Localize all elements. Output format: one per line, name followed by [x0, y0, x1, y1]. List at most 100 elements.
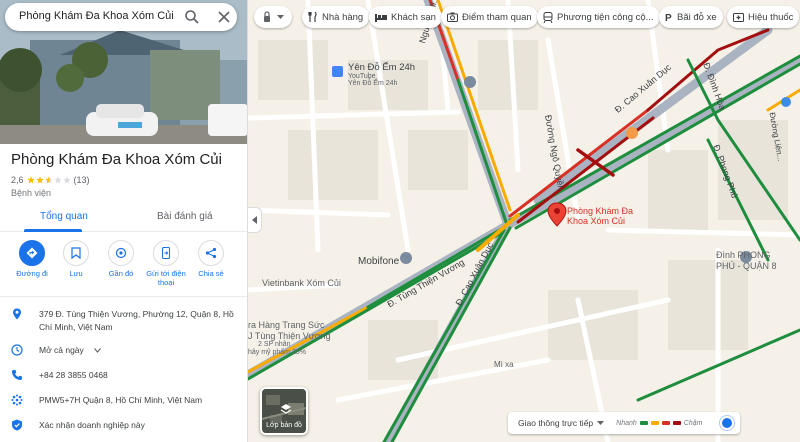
pin-label-line: Phòng Khám Đa — [567, 206, 634, 216]
chip-transit[interactable]: Phương tiện công cộ... — [537, 6, 660, 28]
pin-label-line: Khoa Xóm Củi — [567, 216, 626, 226]
share-circle — [198, 240, 224, 266]
address-text: 379 Đ. Tùng Thiện Vương, Phường 12, Quận… — [39, 309, 234, 332]
pharmacy-icon — [733, 13, 744, 22]
directions-button[interactable]: Đường đi — [10, 240, 54, 278]
transit-icon — [543, 11, 553, 23]
place-pin-label[interactable]: Phòng Khám Đa Khoa Xóm Củi — [567, 206, 633, 226]
search-input[interactable]: Phòng Khám Đa Khoa Xóm Củi — [19, 10, 174, 22]
nearby-button[interactable]: Gần đó — [99, 240, 143, 278]
parking-icon: P — [665, 13, 672, 22]
map-label: Mobifone — [358, 256, 400, 267]
phone-text: +84 28 3855 0468 — [39, 370, 108, 380]
section-divider — [0, 296, 247, 297]
legend-darkred — [672, 421, 681, 425]
save-button[interactable]: Lưu — [54, 240, 98, 278]
directions-icon — [26, 247, 38, 259]
chip-hotel[interactable]: Khách sạn — [369, 6, 442, 28]
rating-value: 2,6 — [11, 175, 24, 185]
directions-circle — [19, 240, 45, 266]
address-row[interactable]: 379 Đ. Tùng Thiện Vương, Phường 12, Quận… — [0, 308, 247, 334]
map-canvas[interactable]: Yên Đỗ Ếm 24h YouTube Yên Đỗ Ếm 24h Mobi… — [248, 0, 800, 442]
nearby-circle — [108, 240, 134, 266]
bookmark-icon — [71, 247, 81, 259]
hours-text: Mở cả ngày — [39, 345, 84, 355]
nearby-icon — [115, 247, 127, 259]
claim-business-row[interactable]: Xác nhận doanh nghiệp này — [0, 419, 247, 432]
send-to-phone-circle — [153, 240, 179, 266]
map-label: PHÚ - QUẬN 8 — [716, 261, 777, 271]
chip-parking[interactable]: P Bãi đỗ xe — [659, 6, 723, 28]
map-label: 2 SP nhân — [258, 341, 291, 348]
star-icon — [44, 176, 53, 184]
place-tabs: Tổng quan Bài đánh giá — [0, 204, 247, 232]
map-label: Vietinbank Xóm Củi — [262, 278, 341, 288]
map-label: Mì xa — [494, 360, 514, 369]
review-count[interactable]: (13) — [74, 175, 90, 185]
star-icon — [53, 176, 62, 184]
place-title: Phòng Khám Đa Khoa Xóm Củi — [11, 151, 222, 168]
camera-icon — [447, 12, 458, 22]
chip-pharmacy[interactable]: Hiệu thuốc — [727, 6, 800, 28]
location-pin-icon — [13, 308, 21, 320]
share-button[interactable]: Chia sẻ — [189, 240, 233, 278]
hotel-icon — [375, 14, 387, 22]
search-icon[interactable] — [184, 9, 200, 25]
place-category[interactable]: Bệnh viện — [11, 188, 51, 198]
chip-label: Nhà hàng — [322, 11, 364, 23]
map-label: Đình PHONG — [716, 250, 771, 260]
map-label: YouTube — [348, 73, 376, 80]
chip-attractions[interactable]: Điểm tham quan — [441, 6, 538, 28]
map-base — [248, 0, 800, 442]
action-label: Đường đi — [16, 269, 48, 278]
search-box[interactable]: Phòng Khám Đa Khoa Xóm Củi — [5, 3, 237, 31]
send-to-phone-button[interactable]: Gửi tới điện thoại — [144, 240, 188, 287]
star-icon — [62, 176, 71, 184]
legend-green — [639, 421, 648, 425]
phone-icon — [12, 370, 22, 380]
phone-row[interactable]: +84 28 3855 0468 — [0, 369, 247, 382]
traffic-toggle[interactable] — [720, 416, 734, 430]
chip-label: Khách sạn — [391, 11, 436, 23]
layers-button[interactable]: Lớp bản đồ — [260, 387, 308, 435]
chip-label: Bãi đỗ xe — [677, 11, 717, 23]
map-label: hây mỹ phẩm 25% — [248, 349, 306, 356]
traffic-mode-select[interactable]: Giao thông trực tiếp — [508, 418, 605, 428]
chip-label: Hiệu thuốc — [748, 11, 794, 23]
map-label: Yên Đỗ Ếm 24h — [348, 62, 416, 73]
plus-code-row[interactable]: PMW5+7H Quận 8, Hồ Chí Minh, Việt Nam — [0, 394, 247, 407]
chevron-left-icon — [252, 216, 257, 224]
chip-label: Phương tiện công cộ... — [557, 11, 654, 23]
claim-business-text: Xác nhận doanh nghiệp này — [39, 420, 145, 430]
svg-text:P: P — [665, 13, 672, 22]
chevron-down-icon — [597, 420, 605, 425]
place-pin-icon[interactable] — [547, 202, 567, 227]
collapse-panel-button[interactable] — [248, 207, 262, 233]
traffic-legend: Nhanh Chậm — [616, 420, 702, 427]
clock-icon — [11, 344, 23, 356]
layers-label: Lớp bản đồ — [266, 422, 302, 429]
lock-icon — [263, 11, 270, 22]
traffic-panel: Giao thông trực tiếp Nhanh Chậm — [508, 412, 740, 434]
tab-reviews[interactable]: Bài đánh giá — [157, 211, 213, 222]
share-icon — [205, 247, 217, 259]
traffic-fast-label: Nhanh — [616, 419, 637, 427]
save-circle — [63, 240, 89, 266]
star-icon — [35, 176, 44, 184]
chevron-down-icon — [276, 14, 284, 19]
map-label: ra Hàng Trang Sức — [248, 320, 325, 330]
layer-toggle-button[interactable] — [254, 6, 292, 28]
tab-overview[interactable]: Tổng quan — [40, 211, 88, 222]
map-label: Yên Đỗ Ếm 24h — [348, 80, 398, 87]
send-to-phone-icon — [161, 247, 171, 259]
chip-restaurant[interactable]: Nhà hàng — [302, 6, 370, 28]
star-icon — [26, 176, 35, 184]
map-label: J Tùng Thiện Vương — [248, 331, 331, 341]
hours-row[interactable]: Mở cả ngày — [0, 344, 247, 357]
rating-row[interactable]: 2,6 (13) — [11, 175, 90, 185]
traffic-slow-label: Chậm — [683, 419, 703, 427]
action-label: Chia sẻ — [198, 269, 224, 278]
chip-label: Điểm tham quan — [462, 11, 532, 23]
close-icon[interactable] — [216, 9, 232, 25]
action-label: Lưu — [69, 269, 83, 278]
